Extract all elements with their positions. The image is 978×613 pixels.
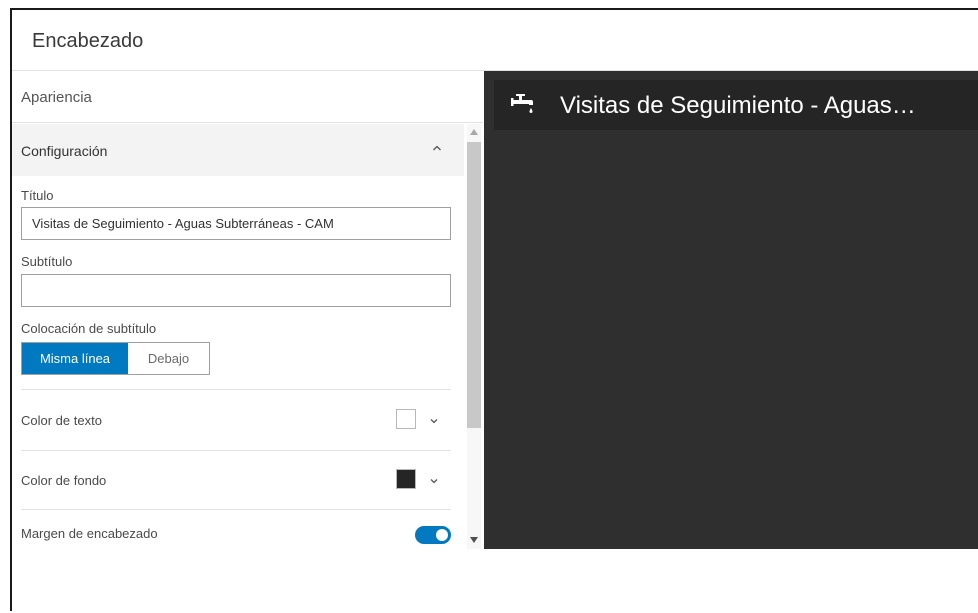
divider (21, 509, 451, 510)
placement-option-misma-linea[interactable]: Misma línea (22, 343, 128, 374)
title-input[interactable] (21, 207, 451, 240)
header-preview: Visitas de Seguimiento - Aguas… (484, 71, 978, 549)
placement-option-debajo[interactable]: Debajo (128, 343, 209, 374)
dialog-title: Encabezado (32, 30, 144, 52)
tab-apariencia[interactable]: Apariencia (12, 71, 483, 123)
chevron-down-icon[interactable] (428, 415, 440, 427)
dialog-frame: Encabezado Apariencia Configuración Títu… (10, 8, 978, 613)
header-margin-toggle[interactable] (415, 526, 451, 544)
faucet-icon (511, 94, 533, 113)
vertical-scrollbar[interactable] (467, 124, 481, 549)
divider (21, 450, 451, 451)
scrollbar-thumb[interactable] (467, 142, 481, 428)
chevron-up-icon[interactable] (430, 141, 444, 155)
toggle-knob (436, 529, 448, 541)
background-color-label: Color de fondo (21, 473, 107, 488)
text-color-label: Color de texto (21, 413, 102, 428)
scroll-down-arrow-icon[interactable] (470, 537, 478, 543)
subtitle-input[interactable] (21, 274, 451, 307)
chevron-down-icon[interactable] (428, 475, 440, 487)
title-field-label: Título (21, 188, 54, 203)
tab-apariencia-label: Apariencia (21, 89, 92, 106)
footer-area (12, 549, 978, 613)
background-color-swatch[interactable] (396, 469, 416, 489)
section-configuracion-header[interactable]: Configuración (12, 124, 464, 176)
preview-header-title: Visitas de Seguimiento - Aguas… (560, 92, 916, 119)
subtitle-placement-segmented-control: Misma línea Debajo (21, 342, 210, 375)
subtitle-placement-label: Colocación de subtítulo (21, 321, 157, 336)
subtitle-field-label: Subtítulo (21, 254, 73, 269)
text-color-swatch[interactable] (396, 409, 416, 429)
divider (21, 389, 451, 390)
scroll-up-arrow-icon[interactable] (470, 129, 478, 135)
section-configuracion-label: Configuración (21, 143, 108, 159)
header-margin-label: Margen de encabezado (21, 526, 158, 541)
title-bar: Encabezado (12, 10, 978, 71)
preview-header-bar: Visitas de Seguimiento - Aguas… (494, 80, 978, 130)
settings-panel: Apariencia Configuración Título Subtítul… (12, 71, 483, 549)
settings-scroll-area[interactable]: Configuración Título Subtítulo Colocació… (12, 124, 483, 549)
